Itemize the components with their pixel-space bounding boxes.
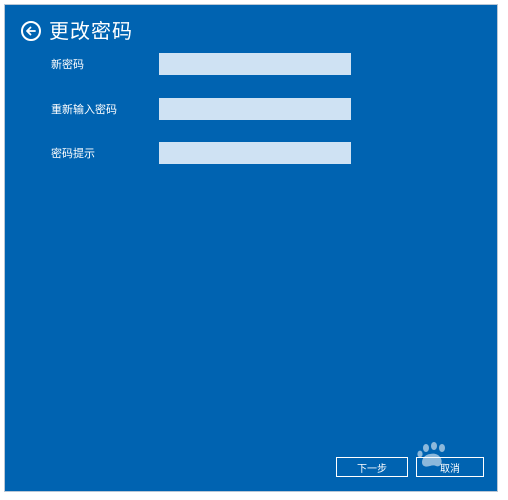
page-header: 更改密码: [21, 19, 133, 43]
footer-buttons: 下一步 取消: [336, 457, 484, 477]
next-button[interactable]: 下一步: [336, 457, 408, 477]
new-password-input[interactable]: [159, 53, 351, 75]
new-password-row: 新密码: [51, 53, 351, 75]
password-hint-input[interactable]: [159, 142, 351, 164]
back-arrow-icon: [26, 26, 36, 36]
back-button[interactable]: [21, 21, 41, 41]
confirm-password-label: 重新输入密码: [51, 103, 117, 116]
password-hint-row: 密码提示: [51, 142, 351, 164]
page-title: 更改密码: [49, 19, 133, 43]
confirm-password-input[interactable]: [159, 98, 351, 120]
password-hint-label: 密码提示: [51, 147, 95, 160]
confirm-password-row: 重新输入密码: [51, 98, 351, 120]
new-password-label: 新密码: [51, 58, 84, 71]
change-password-panel: 更改密码 新密码 重新输入密码 密码提示 下一步 取消: [4, 4, 498, 492]
cancel-button[interactable]: 取消: [416, 457, 484, 477]
